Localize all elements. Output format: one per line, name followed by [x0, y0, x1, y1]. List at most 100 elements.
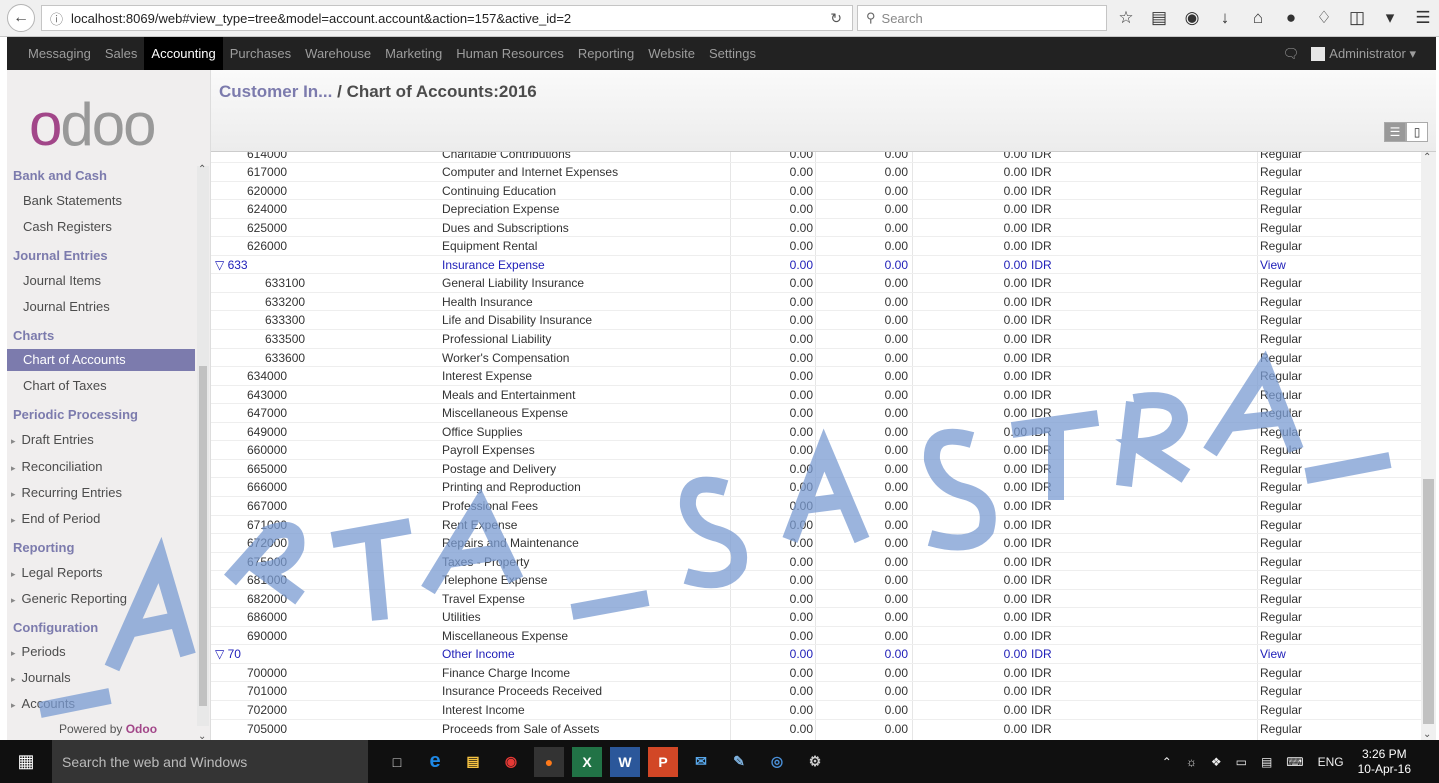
menu-accounting[interactable]: Accounting — [144, 37, 223, 70]
section-periodic-processing[interactable]: Periodic Processing — [13, 407, 138, 422]
clipboard-icon[interactable]: ◫ — [1348, 8, 1366, 28]
list-scrollbar[interactable]: ⌃ ⌄ — [1421, 152, 1436, 740]
table-row[interactable]: 643000 Meals and Entertainment 0.00 0.00 0.0… — [211, 384, 1421, 404]
table-row[interactable]: 633600 Worker's Compensation 0.00 0.00 0.00 I… — [211, 347, 1421, 367]
sidebar-item-accounts[interactable]: ▸ Accounts — [7, 693, 195, 715]
menu-marketing[interactable]: Marketing — [378, 37, 449, 70]
menu-human-resources[interactable]: Human Resources — [449, 37, 571, 70]
file-explorer-icon[interactable]: ▤ — [458, 747, 488, 777]
keyboard-icon[interactable]: ⌨ — [1286, 755, 1303, 769]
sidebar-scroll-thumb[interactable] — [199, 366, 207, 706]
list-view-icon[interactable]: ☰ — [1384, 122, 1406, 142]
menu-messaging[interactable]: Messaging — [21, 37, 98, 70]
chat-bubble-icon[interactable]: 🗨 — [1283, 46, 1300, 62]
table-row[interactable]: 624000 Depreciation Expense 0.00 0.00 0.00 ID… — [211, 199, 1421, 218]
tools-icon[interactable]: ⚙ — [800, 747, 830, 777]
sidebar-item-chart-of-accounts[interactable]: Chart of Accounts — [7, 349, 195, 371]
chevron-up-icon[interactable]: ⌃ — [198, 164, 206, 175]
odoo-logo[interactable]: odoo — [29, 90, 156, 159]
sidebar-item-draft-entries[interactable]: ▸ Draft Entries — [7, 429, 195, 451]
clock[interactable]: 3:26 PM 10-Apr-16 — [1358, 747, 1411, 777]
notepad-icon[interactable]: ✎ — [724, 747, 754, 777]
sidebar-item-journal-entries[interactable]: Journal Entries — [7, 296, 195, 318]
reading-list-icon[interactable]: ▤ — [1150, 8, 1168, 28]
battery-icon[interactable]: ▭ — [1236, 755, 1247, 769]
sidebar-scrollbar[interactable]: ⌃ ⌄ — [197, 164, 209, 740]
pocket-icon[interactable]: ◉ — [1183, 8, 1201, 28]
chat-icon[interactable]: ● — [1282, 8, 1300, 28]
menu-purchases[interactable]: Purchases — [223, 37, 298, 70]
form-view-icon[interactable]: ▯ — [1406, 122, 1428, 142]
edge-icon[interactable]: e — [420, 747, 450, 777]
table-row[interactable]: 647000 Miscellaneous Expense 0.00 0.00 0.00 I… — [211, 403, 1421, 422]
bookmark-star-icon[interactable]: ☆ — [1117, 8, 1135, 28]
table-row[interactable]: 625000 Dues and Subscriptions 0.00 0.00 0.00… — [211, 217, 1421, 237]
sidebar-item-generic-reporting[interactable]: ▸ Generic Reporting — [7, 588, 195, 610]
menu-website[interactable]: Website — [641, 37, 702, 70]
expand-triangle-icon[interactable]: ▽ — [215, 647, 228, 661]
powerpoint-icon[interactable]: P — [648, 746, 678, 777]
outlook-icon[interactable]: ✉ — [686, 747, 716, 777]
sidebar-item-bank-statements[interactable]: Bank Statements — [7, 190, 195, 212]
menu-warehouse[interactable]: Warehouse — [298, 37, 378, 70]
extension-icon[interactable]: ♢ — [1315, 8, 1333, 28]
sidebar-item-end-of-period[interactable]: ▸ End of Period — [7, 508, 195, 530]
home-icon[interactable]: ⌂ — [1249, 8, 1267, 28]
notification-icon[interactable]: ▤ — [1261, 755, 1272, 769]
table-row[interactable]: 620000 Continuing Education 0.00 0.00 0.00 ID… — [211, 180, 1421, 200]
list-scroll-thumb[interactable] — [1423, 479, 1434, 724]
browser-search-input[interactable]: ⚲ Search — [857, 5, 1107, 31]
back-arrow-icon[interactable]: ← — [7, 4, 35, 32]
table-row[interactable]: 700000 Finance Charge Income 0.00 0.00 0.00 I… — [211, 662, 1421, 682]
sidebar-item-journal-items[interactable]: Journal Items — [7, 270, 195, 292]
chevron-up-icon[interactable]: ⌃ — [1162, 755, 1172, 769]
sidebar-item-legal-reports[interactable]: ▸ Legal Reports — [7, 562, 195, 584]
dropdown-icon[interactable]: ▾ — [1381, 8, 1399, 28]
table-row[interactable]: 633100 General Liability Insurance 0.00 0.0… — [211, 273, 1421, 292]
table-row[interactable]: 634000 Interest Expense 0.00 0.00 0.00 IDR Reg… — [211, 366, 1421, 385]
sidebar-item-journals[interactable]: ▸ Journals — [7, 667, 195, 689]
reload-icon[interactable]: ↻ — [830, 10, 842, 27]
table-row[interactable]: 705000 Proceeds from Sale of Assets 0.00 0.… — [211, 718, 1421, 738]
table-row[interactable]: 626000 Equipment Rental 0.00 0.00 0.00 IDR Reg… — [211, 236, 1421, 255]
table-row[interactable]: 671000 Rent Expense 0.00 0.00 0.00 IDR Regular — [211, 514, 1421, 534]
table-row[interactable]: 672000 Repairs and Maintenance 0.00 0.00 0.0… — [211, 533, 1421, 552]
table-group-row[interactable]: ▽ 70 Other Income 0.00 0.00 0.00 IDR View — [211, 644, 1421, 663]
sidebar-item-cash-registers[interactable]: Cash Registers — [7, 216, 195, 238]
excel-icon[interactable]: X — [572, 746, 602, 777]
section-bank-and-cash[interactable]: Bank and Cash — [13, 168, 107, 183]
chevron-down-icon[interactable]: ⌄ — [1423, 729, 1431, 740]
table-row[interactable]: 675000 Taxes - Property 0.00 0.00 0.00 IDR Reg… — [211, 551, 1421, 571]
expand-triangle-icon[interactable]: ▽ — [215, 258, 228, 272]
sidebar-item-chart-of-taxes[interactable]: Chart of Taxes — [7, 375, 195, 397]
table-row[interactable]: 617000 Computer and Internet Expenses 0.00… — [211, 162, 1421, 181]
powered-by-brand[interactable]: Odoo — [126, 722, 157, 736]
table-row[interactable]: 666000 Printing and Reproduction 0.00 0.00 0… — [211, 477, 1421, 496]
chrome-icon[interactable]: ◉ — [496, 747, 526, 777]
section-reporting[interactable]: Reporting — [13, 540, 74, 555]
info-icon[interactable]: ⓘ — [50, 9, 63, 28]
wifi-icon[interactable]: ☼ — [1186, 755, 1197, 769]
user-menu[interactable]: Administrator ▾ — [1311, 46, 1416, 62]
chevron-up-icon[interactable]: ⌃ — [1423, 152, 1431, 163]
taskbar-search-input[interactable]: Search the web and Windows — [52, 740, 368, 783]
download-icon[interactable]: ↓ — [1216, 8, 1234, 28]
table-row[interactable]: 665000 Postage and Delivery 0.00 0.00 0.00 ID… — [211, 458, 1421, 478]
windows-start-icon[interactable]: ▦ — [0, 751, 52, 772]
task-view-icon[interactable]: □ — [382, 747, 412, 777]
url-bar[interactable]: ⓘ localhost:8069/web#view_type=tree&mode… — [41, 5, 853, 31]
sidebar-item-reconciliation[interactable]: ▸ Reconciliation — [7, 456, 195, 478]
menu-sales[interactable]: Sales — [98, 37, 145, 70]
sidebar-item-periods[interactable]: ▸ Periods — [7, 641, 195, 663]
table-row[interactable]: 702000 Interest Income 0.00 0.00 0.00 IDR Regu… — [211, 700, 1421, 719]
globe-icon[interactable]: ◎ — [762, 747, 792, 777]
section-journal-entries[interactable]: Journal Entries — [13, 248, 108, 263]
table-group-row[interactable]: ▽ 633 Insurance Expense 0.00 0.00 0.00 IDR Vie… — [211, 254, 1421, 274]
table-row[interactable]: 633500 Professional Liability 0.00 0.00 0.00… — [211, 329, 1421, 348]
table-row[interactable]: 686000 Utilities 0.00 0.00 0.00 IDR Regular — [211, 607, 1421, 626]
chevron-down-icon[interactable]: ⌄ — [198, 731, 206, 740]
table-row[interactable]: 649000 Office Supplies 0.00 0.00 0.00 IDR Regu… — [211, 421, 1421, 441]
section-charts[interactable]: Charts — [13, 328, 54, 343]
section-configuration[interactable]: Configuration — [13, 620, 98, 635]
firefox-icon[interactable]: ● — [534, 746, 564, 777]
